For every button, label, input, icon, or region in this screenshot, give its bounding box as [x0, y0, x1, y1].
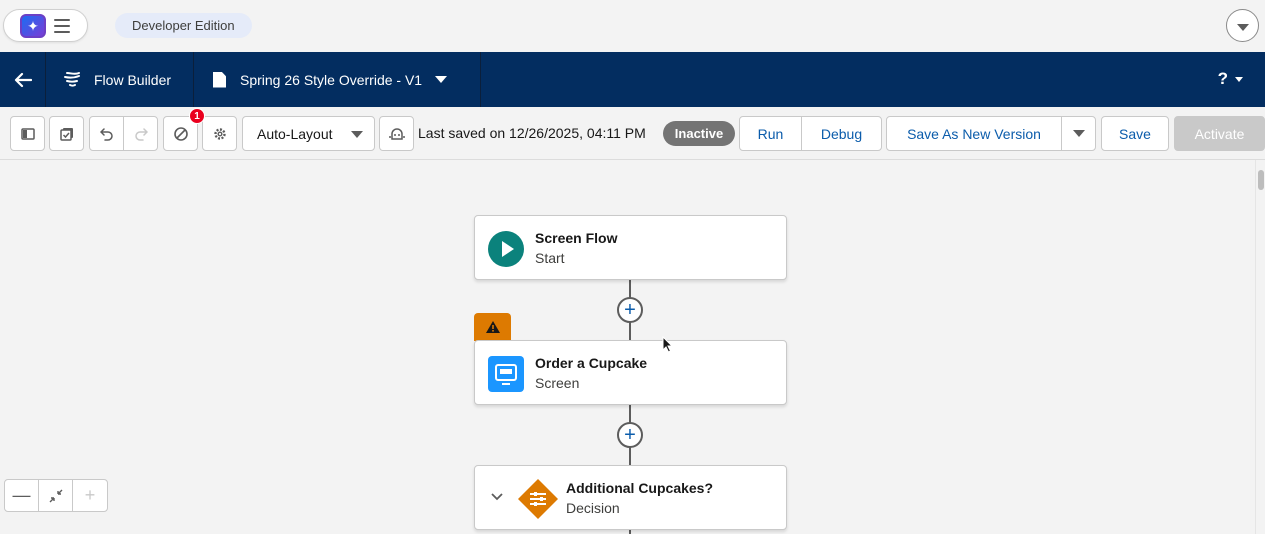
- flow-title-menu[interactable]: Spring 26 Style Override - V1: [194, 52, 481, 107]
- flow-title: Spring 26 Style Override - V1: [240, 71, 423, 88]
- flow-connector: [629, 530, 631, 534]
- activate-button[interactable]: Activate: [1174, 116, 1265, 151]
- warnings-count-badge: 1: [189, 108, 205, 124]
- toggle-panel-button[interactable]: [10, 116, 45, 151]
- edition-badge: Developer Edition: [115, 13, 252, 38]
- redo-button[interactable]: [123, 116, 158, 151]
- contract-icon: [49, 489, 62, 502]
- node-type: Start: [535, 250, 565, 266]
- global-header: ✦ Developer Edition: [0, 0, 1265, 52]
- settings-button[interactable]: [202, 116, 237, 151]
- chevron-down-icon[interactable]: [435, 76, 448, 83]
- node-title: Screen Flow: [535, 230, 618, 246]
- scrollbar-thumb[interactable]: [1258, 170, 1264, 190]
- chevron-down-icon[interactable]: [491, 493, 503, 501]
- status-badge: Inactive: [663, 121, 735, 146]
- flow-builder-header: Flow Builder Spring 26 Style Override - …: [0, 52, 1265, 107]
- run-button[interactable]: Run: [739, 116, 802, 151]
- back-button[interactable]: [0, 52, 46, 107]
- save-button[interactable]: Save: [1101, 116, 1169, 151]
- check-errors-button[interactable]: [49, 116, 84, 151]
- document-icon: [213, 71, 226, 88]
- robot-icon: [388, 127, 405, 140]
- node-title: Order a Cupcake: [535, 355, 648, 371]
- menu-icon[interactable]: [54, 19, 70, 33]
- app-name: Flow Builder: [94, 71, 172, 88]
- agentforce-logo-icon[interactable]: ✦: [20, 14, 46, 38]
- redo-icon: [134, 127, 148, 141]
- node-type: Screen: [535, 375, 580, 391]
- node-title: Additional Cupcakes?: [566, 480, 714, 496]
- save-as-new-version-button[interactable]: Save As New Version: [886, 116, 1062, 151]
- gear-icon: [213, 127, 226, 140]
- last-saved-text: Last saved on 12/26/2025, 04:11 PM: [418, 125, 646, 141]
- layout-mode-select[interactable]: Auto-Layout: [242, 116, 375, 151]
- add-element-button[interactable]: +: [617, 297, 643, 323]
- zoom-out-button[interactable]: —: [5, 480, 39, 511]
- zoom-controls: — +: [4, 479, 108, 512]
- chevron-down-icon: [351, 131, 363, 138]
- agent-button[interactable]: [379, 116, 414, 151]
- app-launcher-pill[interactable]: ✦: [3, 9, 88, 42]
- chevron-down-icon: [1235, 76, 1243, 82]
- node-type: Decision: [566, 500, 620, 516]
- save-options-button[interactable]: [1061, 116, 1096, 151]
- flow-icon: [64, 71, 80, 87]
- start-node[interactable]: Screen Flow Start: [474, 215, 787, 280]
- app-name-section: Flow Builder: [46, 52, 194, 107]
- ban-icon: [173, 126, 188, 141]
- screen-icon: [488, 356, 524, 392]
- zoom-in-button[interactable]: +: [73, 480, 107, 511]
- chevron-down-icon: [1072, 130, 1085, 137]
- screen-node[interactable]: Order a Cupcake Screen: [474, 340, 787, 405]
- mouse-cursor-icon: [662, 336, 674, 353]
- arrow-left-icon: [14, 72, 32, 87]
- panel-icon: [20, 127, 35, 140]
- chevron-down-icon: [1236, 23, 1249, 31]
- undo-button[interactable]: [89, 116, 124, 151]
- help-menu-button[interactable]: ?: [1218, 69, 1243, 89]
- fit-to-view-button[interactable]: [39, 480, 73, 511]
- checklist-icon: [59, 127, 73, 141]
- undo-icon: [99, 127, 113, 141]
- debug-button[interactable]: Debug: [801, 116, 882, 151]
- decision-icon: [516, 477, 560, 521]
- decision-node[interactable]: Additional Cupcakes? Decision: [474, 465, 787, 530]
- help-icon: ?: [1217, 69, 1228, 88]
- play-icon: [488, 231, 524, 267]
- add-element-button[interactable]: +: [617, 422, 643, 448]
- canvas-scrollbar[interactable]: [1255, 160, 1265, 534]
- warning-icon[interactable]: [474, 313, 511, 341]
- profile-menu-button[interactable]: [1226, 9, 1259, 42]
- layout-mode-value: Auto-Layout: [257, 125, 333, 142]
